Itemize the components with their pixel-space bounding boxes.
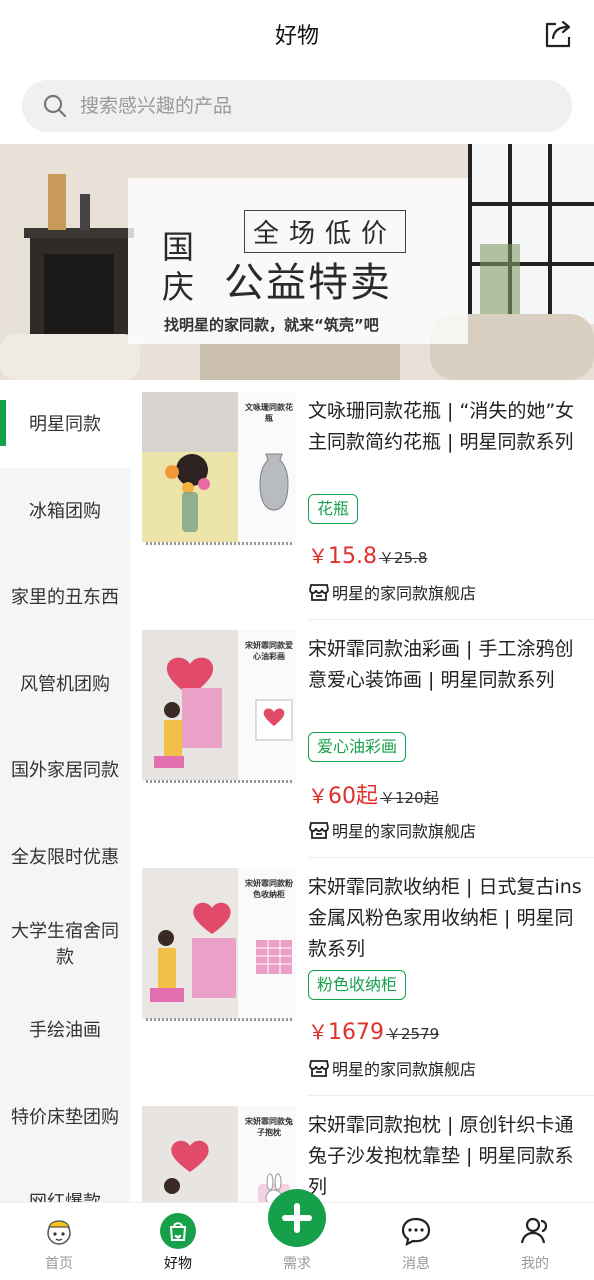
- price-value: 1679: [328, 1020, 384, 1045]
- store-icon: [309, 1060, 329, 1077]
- store-link[interactable]: 明星的家同款旗舰店: [308, 818, 476, 842]
- product-photo: [142, 1106, 238, 1202]
- search-input[interactable]: [80, 80, 550, 132]
- plus-icon-vertical: [294, 1203, 300, 1233]
- currency-symbol: ￥: [308, 1020, 328, 1044]
- currency-symbol: ￥: [308, 544, 328, 568]
- page-title: 好物: [274, 24, 319, 49]
- product-tag: 爱心油彩画: [308, 732, 407, 762]
- store-icon: [309, 584, 329, 601]
- product-card[interactable]: 文咏珊同款花瓶 文咏珊同款花瓶 | “消失的她”女主同款简约花瓶 | 明星同款系…: [130, 382, 594, 620]
- product-caption: 文咏珊同款花瓶: [245, 403, 293, 423]
- store-name: 明星的家同款旗舰店: [332, 1060, 477, 1079]
- store-link[interactable]: 明星的家同款旗舰店: [308, 580, 476, 604]
- chat-bubble-icon: [401, 1217, 431, 1246]
- search-icon: [43, 94, 67, 118]
- tab-messages[interactable]: 消息: [376, 1203, 456, 1280]
- sidebar-item-dorm[interactable]: 大学生宿舍同款: [0, 919, 130, 971]
- store-name: 明星的家同款旗舰店: [332, 822, 477, 841]
- search-bar[interactable]: [22, 80, 572, 132]
- image-footer: [146, 780, 292, 783]
- sidebar-item-trending[interactable]: 网红爆款: [0, 1190, 130, 1202]
- vase-illustration: [259, 453, 289, 511]
- product-image: 宋妍霏同款粉色收纳柜: [142, 868, 296, 1022]
- product-caption: 宋妍霏同款粉色收纳柜: [245, 879, 293, 899]
- shopping-bag-icon: [160, 1213, 196, 1249]
- product-price: ￥1679 ￥2579: [308, 1016, 439, 1045]
- sidebar-item-label: 明星同款: [29, 414, 101, 435]
- tab-home[interactable]: 首页: [19, 1203, 99, 1280]
- product-title: 宋妍霏同款油彩画 | 手工涂鸦创意爱心装饰画 | 明星同款系列: [308, 638, 574, 691]
- tab-label: 我的: [521, 1256, 549, 1272]
- original-price: ￥2579: [386, 1025, 440, 1043]
- store-icon: [309, 822, 329, 839]
- sidebar-item-foreign-home[interactable]: 国外家居同款: [0, 758, 130, 784]
- user-icon: [520, 1217, 548, 1244]
- category-sidebar: 明星同款 冰箱团购 家里的丑东西 风管机团购 国外家居同款 全友限时优惠 大学生…: [0, 382, 130, 1202]
- price-value: 15.8: [328, 544, 377, 569]
- tab-goods[interactable]: 好物: [138, 1203, 218, 1280]
- product-image: 文咏珊同款花瓶: [142, 392, 296, 546]
- cabinet-illustration: [256, 940, 292, 974]
- sidebar-item-ugly-things[interactable]: 家里的丑东西: [0, 585, 130, 611]
- tab-me[interactable]: 我的: [495, 1203, 575, 1280]
- store-name: 明星的家同款旗舰店: [332, 584, 477, 603]
- product-caption: 宋妍霏同款爱心油彩画: [245, 641, 293, 661]
- store-link[interactable]: 明星的家同款旗舰店: [308, 1056, 476, 1080]
- product-caption: 宋妍霏同款兔子抱枕: [245, 1117, 293, 1137]
- banner-headline: 公益特卖: [224, 260, 392, 306]
- sidebar-item-stars[interactable]: 明星同款: [0, 382, 130, 468]
- product-title: 宋妍霏同款收纳柜 | 日式复古ins金属风粉色家用收纳柜 | 明星同款系列: [308, 876, 582, 960]
- sidebar-item-duct-ac[interactable]: 风管机团购: [0, 672, 130, 698]
- price-value: 60: [328, 784, 356, 809]
- product-tag: 粉色收纳柜: [308, 970, 407, 1000]
- sidebar-item-fridge[interactable]: 冰箱团购: [0, 499, 130, 525]
- product-image: 宋妍霏同款爱心油彩画: [142, 630, 296, 784]
- heart-painting-illustration: [255, 699, 293, 741]
- top-bar: 好物: [0, 0, 594, 70]
- original-price: ￥120起: [380, 789, 439, 807]
- tab-label: 消息: [402, 1256, 430, 1272]
- product-card[interactable]: 宋妍霏同款爱心油彩画 宋妍霏同款油彩画 | 手工涂鸦创意爱心装饰画 | 明星同款…: [130, 620, 594, 858]
- product-list: 文咏珊同款花瓶 文咏珊同款花瓶 | “消失的她”女主同款简约花瓶 | 明星同款系…: [130, 382, 594, 1202]
- tab-label: 好物: [164, 1256, 192, 1272]
- product-image: 宋妍霏同款兔子抱枕: [142, 1106, 296, 1202]
- product-title: 文咏珊同款花瓶 | “消失的她”女主同款简约花瓶 | 明星同款系列: [308, 400, 575, 453]
- product-photo: [142, 392, 238, 542]
- share-icon[interactable]: [542, 18, 574, 50]
- banner-tag: 全场低价: [244, 210, 407, 253]
- product-photo: [142, 868, 238, 1018]
- tab-label: 需求: [283, 1256, 311, 1272]
- image-footer: [146, 542, 292, 545]
- home-mascot-icon: [47, 1220, 71, 1245]
- tab-label: 首页: [45, 1256, 73, 1272]
- price-suffix: 起: [356, 784, 379, 809]
- original-price: ￥25.8: [378, 549, 428, 567]
- product-title: 宋妍霏同款抱枕 | 原创针织卡通兔子沙发抱枕靠垫 | 明星同款系列: [308, 1114, 574, 1198]
- product-price: ￥15.8 ￥25.8: [308, 540, 427, 569]
- image-footer: [146, 1018, 292, 1021]
- sidebar-item-oil-painting[interactable]: 手绘油画: [0, 1018, 130, 1044]
- banner-qing: 庆: [162, 268, 195, 306]
- product-price: ￥60起 ￥120起: [308, 778, 439, 810]
- add-demand-button[interactable]: [268, 1189, 326, 1247]
- banner-subtitle: 找明星的家同款，就来“筑壳”吧: [164, 316, 379, 334]
- product-photo: [142, 630, 238, 780]
- product-card[interactable]: 宋妍霏同款兔子抱枕 宋妍霏同款抱枕 | 原创针织卡通兔子沙发抱枕靠垫 | 明星同…: [130, 1096, 594, 1202]
- sidebar-item-mattress[interactable]: 特价床垫团购: [0, 1105, 130, 1131]
- sidebar-item-quanyou[interactable]: 全友限时优惠: [0, 845, 130, 871]
- product-card[interactable]: 宋妍霏同款粉色收纳柜 宋妍霏同款收纳柜 | 日式复古ins金属风粉色家用收纳柜 …: [130, 858, 594, 1096]
- product-tag: 花瓶: [308, 494, 359, 524]
- currency-symbol: ￥: [308, 784, 328, 808]
